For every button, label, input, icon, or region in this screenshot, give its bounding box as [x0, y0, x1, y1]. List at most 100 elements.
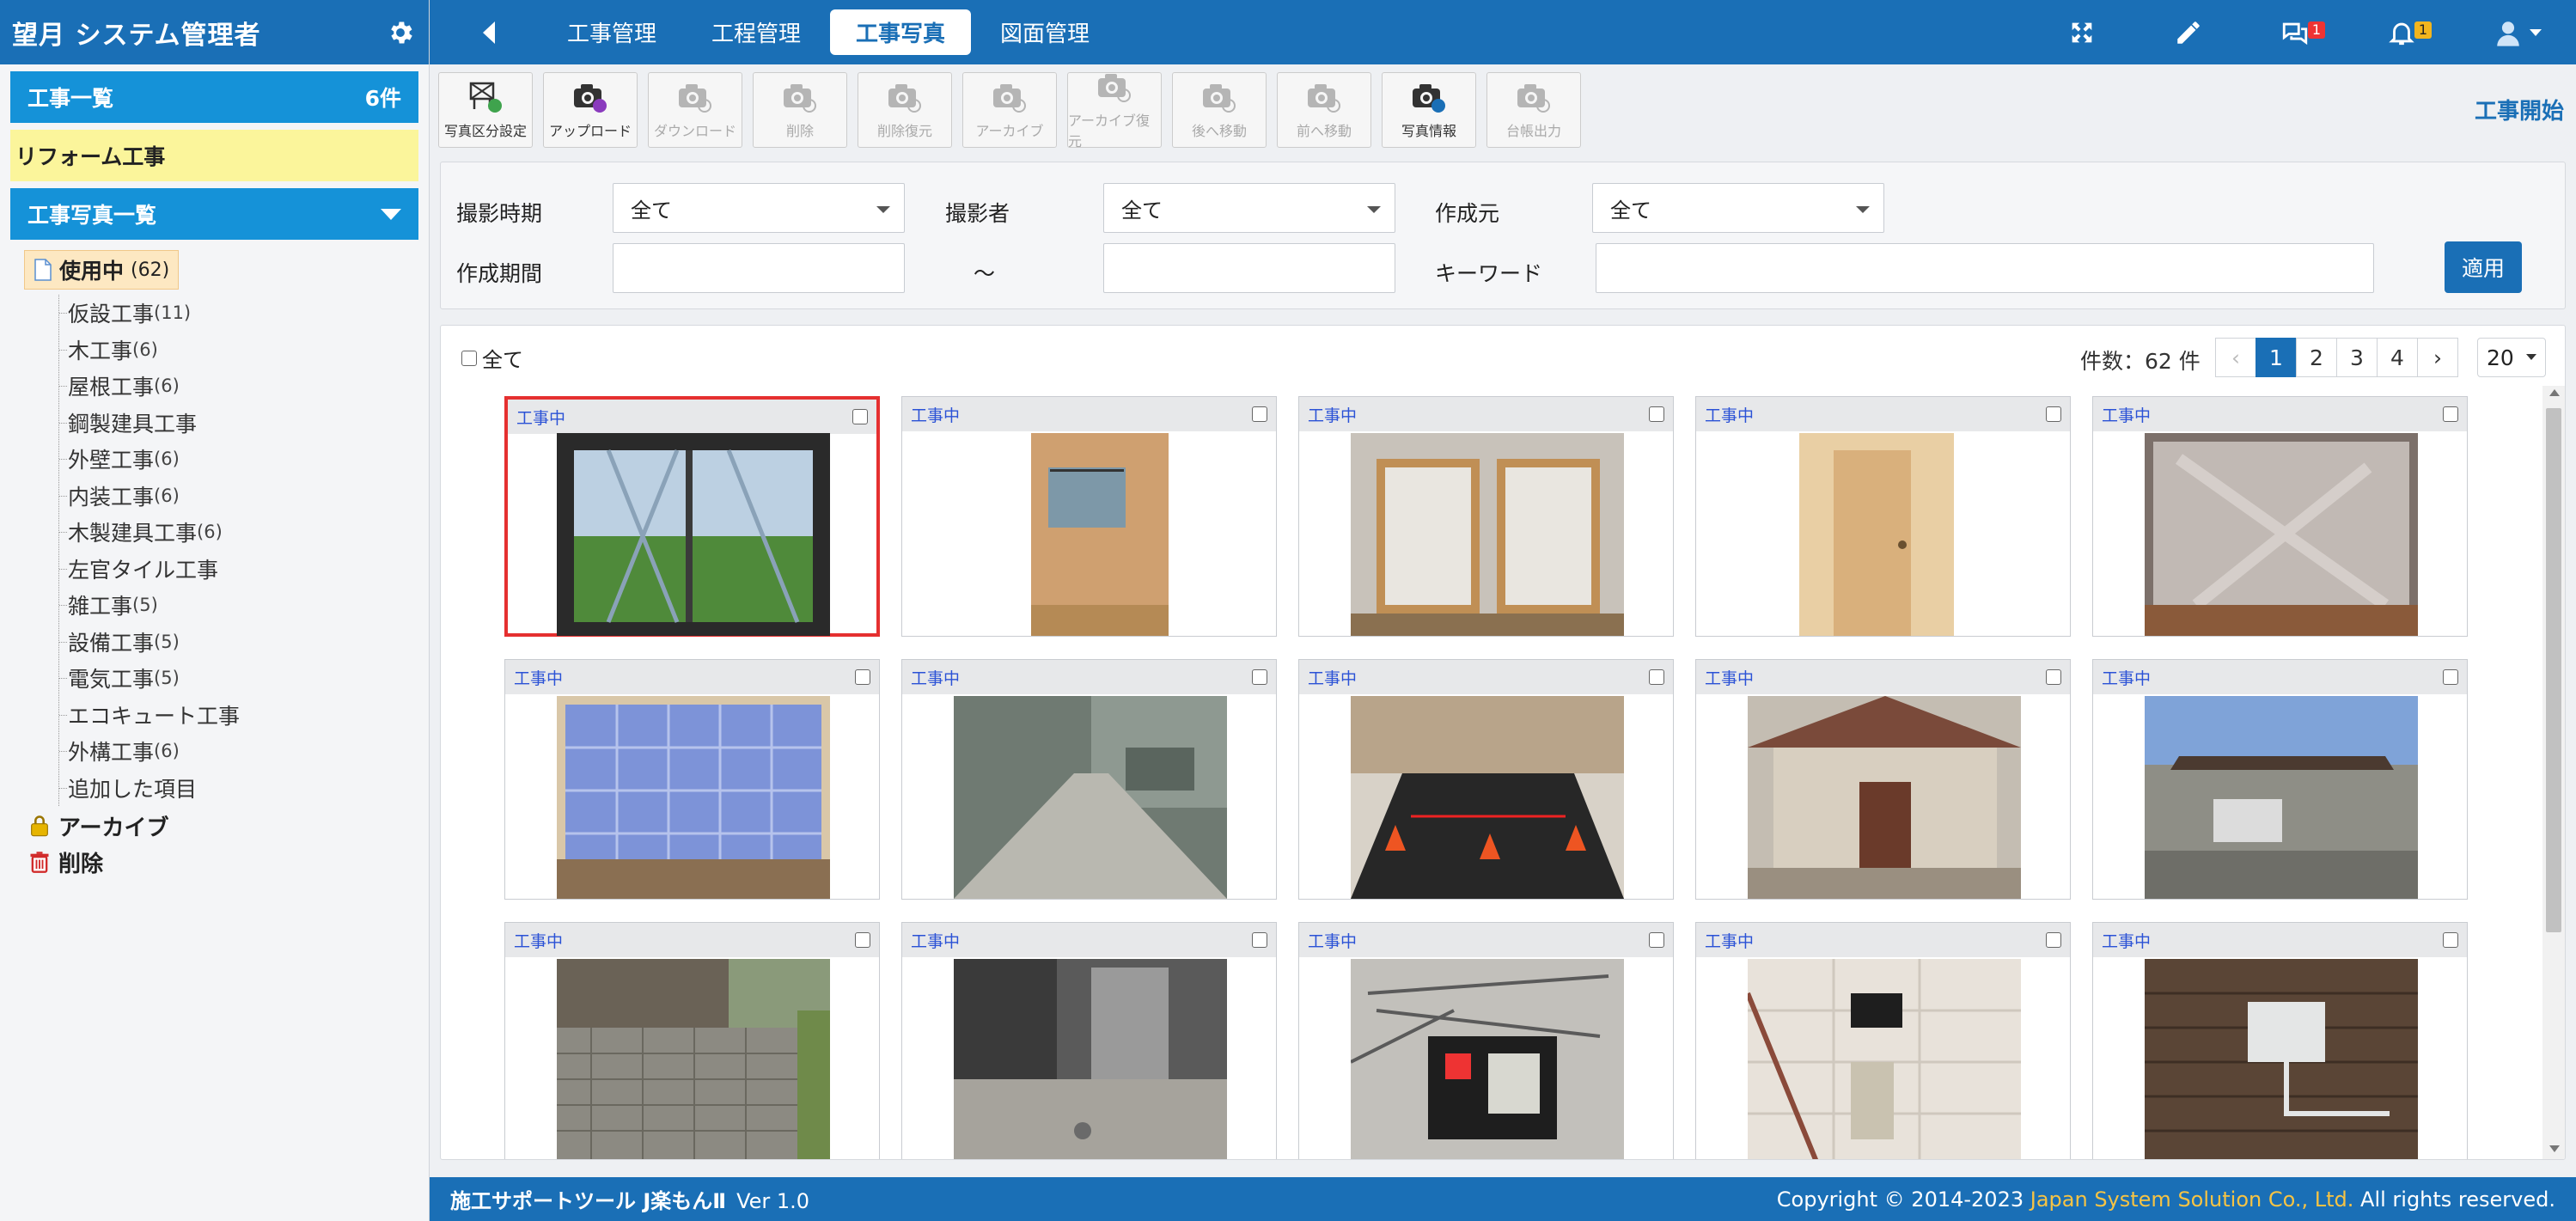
tree-item[interactable]: エコキュート工事	[59, 697, 429, 734]
toolbar-button[interactable]: 写真情報	[1382, 71, 1476, 148]
photo-thumbnail[interactable]	[1748, 959, 2021, 1159]
photo-card[interactable]: 工事中	[901, 396, 1277, 637]
page-button[interactable]: 3	[2336, 338, 2378, 377]
photo-thumbnail[interactable]	[1351, 696, 1624, 899]
photo-thumbnail[interactable]	[557, 959, 830, 1159]
photo-checkbox[interactable]	[2443, 406, 2458, 422]
page-next-button[interactable]: ›	[2417, 338, 2458, 377]
chevron-down-icon[interactable]	[2530, 28, 2542, 36]
current-project[interactable]: リフォーム工事	[10, 130, 418, 181]
keyword-input[interactable]	[1596, 243, 2374, 293]
tree-item[interactable]: 左官タイル工事	[59, 551, 429, 588]
photo-thumbnail[interactable]	[2145, 696, 2418, 899]
toolbar-button[interactable]: 写真区分設定	[438, 71, 533, 148]
tree-root-in-use[interactable]: 使用中 (62)	[24, 250, 180, 290]
bell-icon[interactable]: 1	[2387, 18, 2432, 47]
photo-card[interactable]: 工事中	[901, 659, 1277, 900]
page-button[interactable]: 4	[2377, 338, 2418, 377]
work-start-link[interactable]: 工事開始	[2475, 94, 2564, 125]
creator-select[interactable]: 全て	[1592, 183, 1884, 233]
photo-thumbnail[interactable]	[2145, 433, 2418, 636]
fullscreen-icon[interactable]	[2067, 18, 2097, 47]
toolbar-button[interactable]: 台帳出力	[1486, 71, 1581, 148]
toolbar-button[interactable]: 前へ移動	[1277, 71, 1371, 148]
tree-item[interactable]: 外構工事 (6)	[59, 733, 429, 770]
photo-checkbox[interactable]	[2443, 669, 2458, 685]
photo-list-header[interactable]: 工事写真一覧	[10, 188, 418, 240]
page-button[interactable]: 2	[2296, 338, 2337, 377]
photo-card[interactable]: 工事中	[504, 396, 880, 637]
pencil-icon[interactable]	[2174, 18, 2203, 47]
photo-thumbnail[interactable]	[1748, 696, 2021, 899]
select-all-checkbox[interactable]	[461, 350, 477, 366]
photo-thumbnail[interactable]	[2145, 959, 2418, 1159]
photo-thumbnail[interactable]	[557, 433, 830, 636]
photo-card[interactable]: 工事中	[1298, 922, 1674, 1159]
photo-checkbox[interactable]	[2046, 669, 2061, 685]
tree-item[interactable]: 外壁工事 (6)	[59, 441, 429, 478]
nav-tab[interactable]: 工事管理	[541, 9, 682, 55]
photo-card[interactable]: 工事中	[1695, 922, 2071, 1159]
photo-card[interactable]: 工事中	[1695, 396, 2071, 637]
photo-checkbox[interactable]	[852, 409, 868, 424]
photo-checkbox[interactable]	[1252, 669, 1267, 685]
toolbar-button[interactable]: 削除	[753, 71, 847, 148]
toolbar-button[interactable]: ダウンロード	[648, 71, 742, 148]
photo-card[interactable]: 工事中	[1298, 659, 1674, 900]
photo-checkbox[interactable]	[1649, 406, 1664, 422]
shoot-time-select[interactable]: 全て	[613, 183, 905, 233]
toolbar-button[interactable]: 削除復元	[858, 71, 952, 148]
scroll-up-icon[interactable]	[2549, 389, 2560, 396]
tree-item[interactable]: 鋼製建具工事	[59, 405, 429, 442]
company-link[interactable]: Japan System Solution Co., Ltd.	[2030, 1187, 2354, 1212]
toolbar-button[interactable]: アップロード	[543, 71, 638, 148]
nav-tab[interactable]: 図面管理	[974, 9, 1115, 55]
photo-card[interactable]: 工事中	[504, 922, 880, 1159]
photo-card[interactable]: 工事中	[1298, 396, 1674, 637]
toolbar-button[interactable]: 後へ移動	[1172, 71, 1267, 148]
photographer-select[interactable]: 全て	[1103, 183, 1395, 233]
photo-thumbnail[interactable]	[557, 696, 830, 899]
chevron-down-icon[interactable]	[381, 208, 401, 220]
scrollbar-thumb[interactable]	[2546, 408, 2561, 932]
photo-checkbox[interactable]	[1252, 406, 1267, 422]
scroll-down-icon[interactable]	[2549, 1145, 2560, 1152]
tree-item[interactable]: 電気工事 (5)	[59, 660, 429, 697]
photo-thumbnail[interactable]	[1351, 959, 1624, 1159]
gallery-scrollbar[interactable]	[2542, 386, 2565, 1159]
project-list-header[interactable]: 工事一覧 6件	[10, 71, 418, 123]
page-button[interactable]: 1	[2256, 338, 2297, 377]
toolbar-button[interactable]: アーカイブ復元	[1067, 71, 1162, 150]
period-end-input[interactable]	[1103, 243, 1395, 293]
tree-archive[interactable]: アーカイブ	[27, 808, 429, 844]
select-all[interactable]: 全て	[461, 343, 523, 373]
chat-icon[interactable]: 1	[2280, 18, 2325, 47]
photo-card[interactable]: 工事中	[2092, 922, 2468, 1159]
photo-checkbox[interactable]	[855, 932, 870, 948]
photo-card[interactable]: 工事中	[504, 659, 880, 900]
photo-card[interactable]: 工事中	[2092, 659, 2468, 900]
photo-checkbox[interactable]	[1252, 932, 1267, 948]
photo-checkbox[interactable]	[2046, 406, 2061, 422]
period-start-input[interactable]	[613, 243, 905, 293]
tree-item[interactable]: 内装工事 (6)	[59, 478, 429, 515]
photo-checkbox[interactable]	[1649, 669, 1664, 685]
tree-item[interactable]: 屋根工事 (6)	[59, 368, 429, 405]
photo-card[interactable]: 工事中	[2092, 396, 2468, 637]
user-avatar-icon[interactable]	[2494, 18, 2542, 47]
photo-thumbnail[interactable]	[954, 959, 1227, 1159]
photo-thumbnail[interactable]	[1748, 433, 2021, 636]
photo-thumbnail[interactable]	[954, 433, 1227, 636]
gear-icon[interactable]	[386, 18, 415, 47]
photo-checkbox[interactable]	[855, 669, 870, 685]
tree-item[interactable]: 雑工事 (5)	[59, 587, 429, 624]
photo-thumbnail[interactable]	[1351, 433, 1624, 636]
toolbar-button[interactable]: アーカイブ	[962, 71, 1057, 148]
photo-checkbox[interactable]	[1649, 932, 1664, 948]
nav-tab[interactable]: 工事写真	[830, 9, 972, 55]
nav-tab[interactable]: 工程管理	[686, 9, 827, 55]
per-page-select[interactable]: 20	[2477, 338, 2546, 377]
tree-item[interactable]: 木工事 (6)	[59, 332, 429, 369]
tree-item[interactable]: 設備工事 (5)	[59, 624, 429, 661]
tree-delete[interactable]: 削除	[27, 844, 429, 880]
